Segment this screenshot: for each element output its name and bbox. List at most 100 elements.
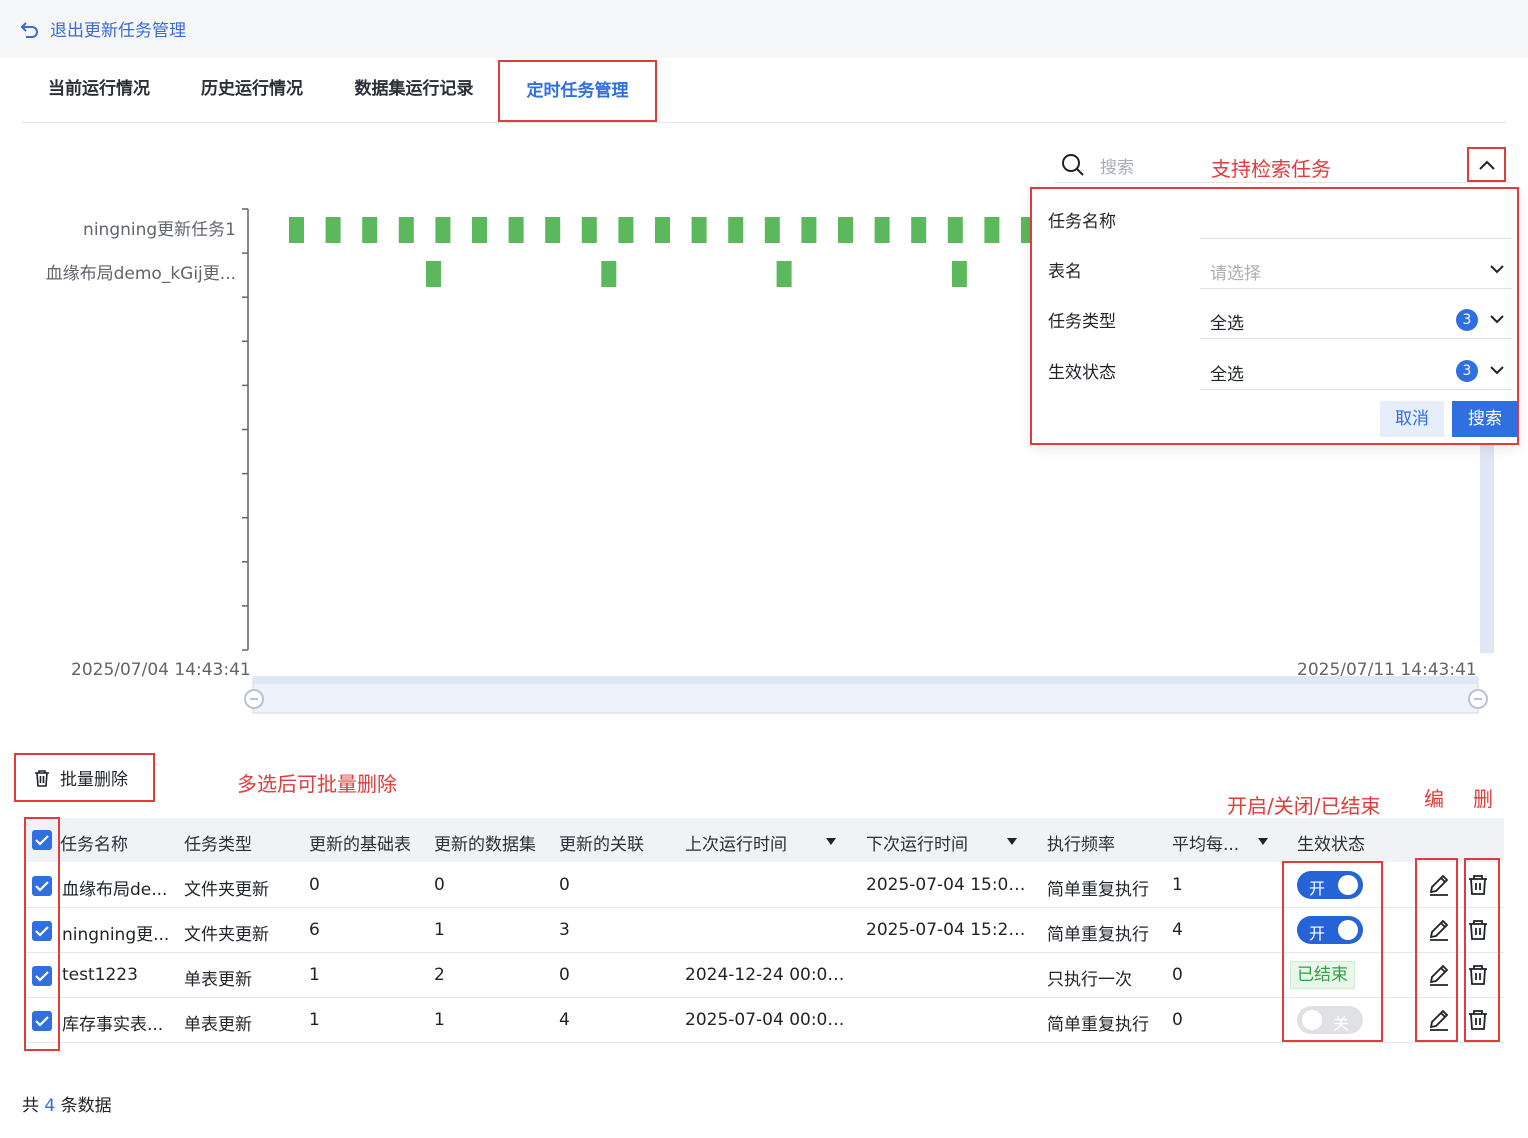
collapse-filter-button[interactable]: [1467, 147, 1506, 182]
sort-average-icon[interactable]: [1258, 838, 1268, 845]
filter-row-task-name: 任务名称: [1032, 193, 1517, 243]
status-label: 生效状态: [1048, 363, 1116, 383]
tab-bar: 当前运行情况 历史运行情况 数据集运行记录 定时任务管理: [22, 60, 1506, 123]
chevron-down-icon: [1490, 265, 1504, 274]
checkbox-highlight: [24, 817, 60, 1051]
cell-frequency: 简单重复执行: [1047, 1015, 1149, 1035]
status-value: 全选: [1210, 365, 1244, 385]
task-type-select[interactable]: 全选 3: [1200, 299, 1512, 339]
cancel-button[interactable]: 取消: [1380, 401, 1444, 437]
tab-scheduled-task-management[interactable]: 定时任务管理: [498, 60, 657, 122]
cell-relations: 4: [559, 1010, 570, 1030]
cell-datasets: 1: [434, 1010, 445, 1030]
run-mark-task1[interactable]: [874, 217, 890, 243]
filter-panel: 任务名称 表名 请选择 任务类型 全选 3 生效状态 全选 3 取消 搜索: [1030, 187, 1519, 445]
batch-delete-annotation: 多选后可批量删除: [237, 772, 397, 796]
cell-average: 1: [1172, 875, 1183, 895]
cell-task-name: test1223: [62, 965, 138, 985]
cell-last-run: 2025-07-04 00:00:...: [685, 1010, 855, 1030]
cell-average: 4: [1172, 920, 1183, 940]
run-mark-task1[interactable]: [911, 217, 927, 243]
tab-dataset-run-log[interactable]: 数据集运行记录: [349, 60, 479, 122]
task-name-input[interactable]: [1200, 199, 1512, 239]
cell-task-name: 库存事实表...: [62, 1015, 164, 1035]
col-last-run: 上次运行时间: [685, 835, 787, 855]
run-mark-task1[interactable]: [728, 217, 744, 243]
col-task-name: 任务名称: [60, 835, 128, 855]
exit-task-management-link[interactable]: 退出更新任务管理: [20, 16, 186, 41]
cell-frequency: 简单重复执行: [1047, 925, 1149, 945]
run-mark-task1[interactable]: [838, 217, 853, 243]
run-mark-task1[interactable]: [691, 217, 707, 243]
cell-base-tables: 1: [309, 1010, 320, 1030]
trash-icon: [35, 769, 49, 787]
run-mark-task1[interactable]: [984, 217, 1000, 243]
cell-frequency: 只执行一次: [1047, 970, 1132, 990]
cell-task-type: 单表更新: [184, 1015, 252, 1035]
cell-datasets: 0: [434, 875, 445, 895]
sort-next-run-icon[interactable]: [1007, 838, 1017, 845]
chevron-down-icon: [1490, 315, 1504, 324]
status-select[interactable]: 全选 3: [1200, 350, 1512, 390]
cell-task-type: 文件夹更新: [184, 880, 269, 900]
vertical-scrollbar[interactable]: [1480, 445, 1494, 653]
run-mark-task2[interactable]: [426, 261, 441, 287]
edit-annotation: 编: [1424, 787, 1444, 811]
undo-arrow-icon: [20, 21, 38, 38]
table-header: 任务名称 任务类型 更新的基础表 更新的数据集 更新的关联 上次运行时间 下次运…: [24, 818, 1504, 862]
run-mark-task2[interactable]: [776, 261, 792, 287]
task-type-count-badge: 3: [1456, 309, 1478, 331]
status-count-badge: 3: [1456, 360, 1478, 382]
filter-row-status: 生效状态 全选 3: [1032, 344, 1517, 394]
run-mark-task1[interactable]: [508, 217, 524, 243]
delete-highlight: [1464, 858, 1500, 1042]
table-name-label: 表名: [1048, 262, 1082, 282]
total-count-number: 4: [44, 1096, 56, 1116]
col-frequency: 执行频率: [1047, 835, 1115, 855]
search-annotation: 支持检索任务: [1211, 157, 1331, 181]
run-mark-task1[interactable]: [289, 217, 304, 243]
run-mark-task2[interactable]: [951, 261, 967, 287]
cell-base-tables: 0: [309, 875, 320, 895]
cell-next-run: 2025-07-04 15:05:...: [866, 875, 1036, 895]
cell-next-run: 2025-07-04 15:21:...: [866, 920, 1036, 940]
cell-average: 0: [1172, 1010, 1183, 1030]
filter-row-table: 表名 请选择: [1032, 243, 1517, 293]
cell-relations: 0: [559, 875, 570, 895]
run-mark-task1[interactable]: [947, 217, 963, 243]
total-count: 共 4 条数据: [22, 1096, 112, 1116]
time-range-slider-top: [253, 676, 1478, 684]
tab-history-run[interactable]: 历史运行情况: [197, 60, 307, 122]
cell-task-type: 单表更新: [184, 970, 252, 990]
run-mark-task1[interactable]: [764, 217, 780, 243]
sort-last-run-icon[interactable]: [826, 838, 836, 845]
cell-base-tables: 1: [309, 965, 320, 985]
cell-average: 0: [1172, 965, 1183, 985]
search-icon[interactable]: [1060, 152, 1086, 178]
batch-delete-button[interactable]: 批量删除: [14, 753, 155, 802]
run-mark-task1[interactable]: [398, 217, 414, 243]
run-mark-task1[interactable]: [435, 217, 451, 243]
tab-current-run[interactable]: 当前运行情况: [44, 60, 154, 122]
search-input[interactable]: 搜索: [1100, 153, 1134, 178]
cell-base-tables: 6: [309, 920, 320, 940]
run-mark-task1[interactable]: [362, 217, 378, 243]
run-mark-task2[interactable]: [601, 261, 617, 287]
run-mark-task1[interactable]: [545, 217, 561, 243]
run-mark-task1[interactable]: [655, 217, 670, 243]
run-mark-task1[interactable]: [472, 217, 487, 243]
task-type-label: 任务类型: [1048, 312, 1116, 332]
search-button[interactable]: 搜索: [1452, 401, 1518, 437]
table-name-select[interactable]: 请选择: [1200, 249, 1512, 289]
run-mark-task1[interactable]: [581, 217, 597, 243]
timeline-row-label: ningning更新任务1: [83, 220, 236, 240]
run-mark-task1[interactable]: [801, 217, 817, 243]
run-mark-task1[interactable]: [325, 217, 341, 243]
task-name-label: 任务名称: [1048, 212, 1116, 232]
edit-highlight: [1415, 858, 1458, 1042]
col-datasets: 更新的数据集: [434, 835, 536, 855]
chevron-down-icon: [1490, 366, 1504, 375]
filter-row-task-type: 任务类型 全选 3: [1032, 293, 1517, 343]
col-task-type: 任务类型: [184, 835, 252, 855]
run-mark-task1[interactable]: [618, 217, 634, 243]
